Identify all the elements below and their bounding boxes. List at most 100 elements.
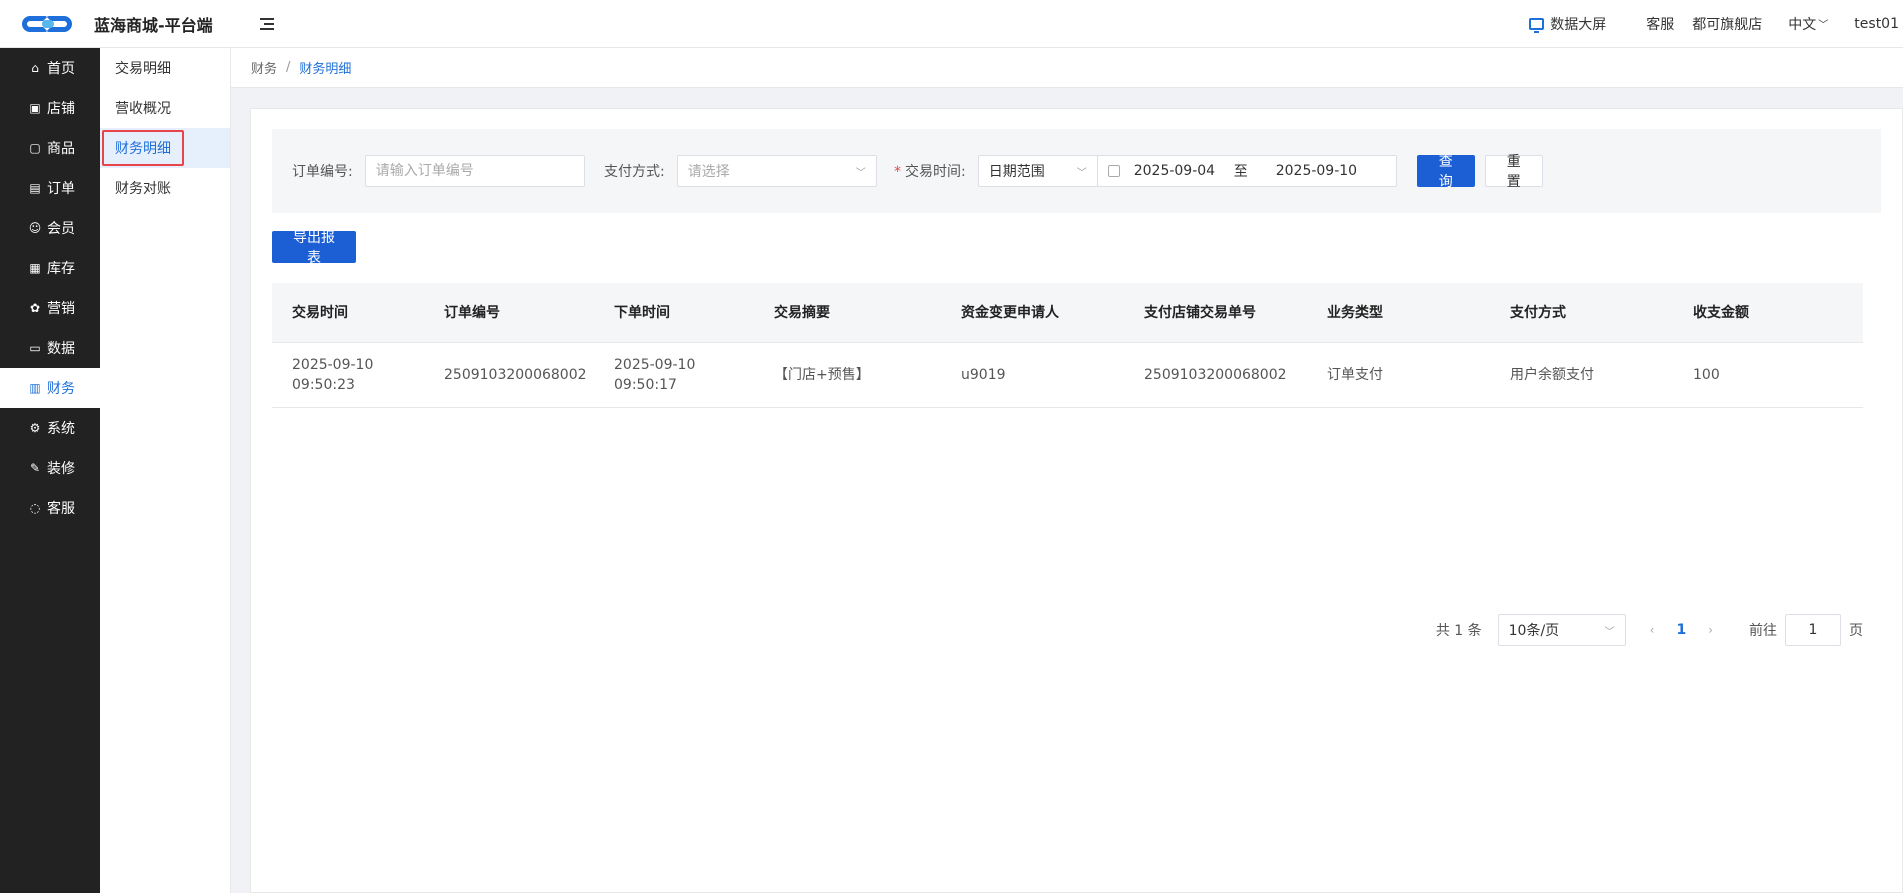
goto-label: 前往 xyxy=(1749,623,1777,639)
biz-type-cell: 订单支付 xyxy=(1327,367,1383,383)
chevron-down-icon: ﹀ xyxy=(855,167,866,179)
date-type-select[interactable]: 日期范围 ﹀ xyxy=(977,155,1098,187)
finance-icon: ▥ xyxy=(29,381,41,395)
breadcrumb-current: 财务明细 xyxy=(299,62,352,77)
sidebar-item-goods[interactable]: ▢ 商品 xyxy=(0,128,100,168)
goto-page-input[interactable] xyxy=(1796,622,1830,638)
end-date-input[interactable]: 2025-09-10 xyxy=(1276,163,1357,179)
data-icon: ▭ xyxy=(29,341,41,355)
sidebar-item-label: 营销 xyxy=(47,301,75,317)
page-suffix: 页 xyxy=(1849,623,1863,639)
start-date-input[interactable]: 2025-09-04 xyxy=(1134,163,1234,179)
subnav-item-finance-detail[interactable]: 财务明细 xyxy=(100,128,230,168)
sidebar-item-order[interactable]: ▤ 订单 xyxy=(0,168,100,208)
gear-icon: ⚙ xyxy=(29,421,41,435)
stock-icon: ▦ xyxy=(29,261,41,275)
page-number[interactable]: 1 xyxy=(1676,622,1686,638)
column-header: 交易时间 xyxy=(292,304,348,321)
next-page-icon[interactable]: › xyxy=(1708,623,1713,637)
sidebar-item-finance[interactable]: ▥ 财务 xyxy=(0,368,100,408)
column-header: 下单时间 xyxy=(614,304,670,321)
language-dropdown[interactable]: 中文 ﹀ xyxy=(1788,14,1828,34)
shop-icon: ▣ xyxy=(29,101,41,115)
column-header: 支付方式 xyxy=(1510,304,1566,321)
subnav-item-revenue[interactable]: 营收概况 xyxy=(100,88,230,128)
sidebar-item-shop[interactable]: ▣ 店铺 xyxy=(0,88,100,128)
subnav-item-label: 营收概况 xyxy=(115,101,171,117)
sidebar-item-label: 店铺 xyxy=(47,101,75,117)
pay-method-filter: 支付方式: 请选择 ﹀ xyxy=(604,155,877,187)
gift-icon: ✿ xyxy=(29,301,41,315)
trade-time-label: * 交易时间: xyxy=(894,161,966,181)
sidebar-item-label: 财务 xyxy=(47,381,75,397)
header-actions: 数据大屏 客服 都可旗舰店 中文 ﹀ test01 xyxy=(1505,0,1903,47)
sidebar-item-decor[interactable]: ✎ 装修 xyxy=(0,448,100,488)
trade-clock: 09:50:23 xyxy=(292,377,355,393)
date-range-separator: 至 xyxy=(1233,164,1248,180)
summary-cell: 【门店+预售】 xyxy=(774,367,870,383)
breadcrumb-parent[interactable]: 财务 xyxy=(251,58,277,77)
top-header: 蓝海商城-平台端 数据大屏 客服 都可旗舰店 中文 ﹀ test01 xyxy=(0,0,1903,48)
finance-table: 交易时间 订单编号 下单时间 交易摘要 资金变更申请人 支付店铺交易单号 业务类… xyxy=(272,283,1863,646)
order-icon: ▤ xyxy=(29,181,41,195)
subnav-item-label: 财务明细 xyxy=(102,130,184,166)
trade-time-cell: 2025-09-10 09:50:23 xyxy=(272,355,424,395)
finance-subnav: 交易明细 营收概况 财务明细 财务对账 xyxy=(100,48,231,893)
table-row[interactable]: 2025-09-10 09:50:23 2509103200068002 202… xyxy=(272,343,1863,408)
column-header: 业务类型 xyxy=(1327,304,1383,321)
sidebar-item-label: 首页 xyxy=(47,61,75,77)
customer-service-link[interactable]: 客服 xyxy=(1646,14,1674,34)
order-no-input[interactable] xyxy=(375,163,574,179)
column-header: 收支金额 xyxy=(1693,304,1749,321)
subnav-item-label: 交易明细 xyxy=(115,61,171,77)
collapse-menu-icon[interactable] xyxy=(258,13,280,35)
logo-icon xyxy=(22,12,78,36)
pay-method-cell: 用户余额支付 xyxy=(1510,367,1594,383)
page-size-select[interactable]: 10条/页 ﹀ xyxy=(1497,614,1626,646)
column-header: 订单编号 xyxy=(444,304,500,321)
order-no-label: 订单编号: xyxy=(292,164,353,180)
column-header: 资金变更申请人 xyxy=(961,304,1059,321)
data-screen-label: 数据大屏 xyxy=(1550,16,1607,33)
sidebar-item-member[interactable]: ☺ 会员 xyxy=(0,208,100,248)
sidebar-item-marketing[interactable]: ✿ 营销 xyxy=(0,288,100,328)
main-sidebar: ⌂ 首页 ▣ 店铺 ▢ 商品 ▤ 订单 ☺ 会员 ▦ 库存 ✿ 营销 ▭ 数据 ▥ 财务 ⚙ 系统 … xyxy=(0,48,100,893)
applicant-cell: u9019 xyxy=(961,367,1006,383)
subnav-item-reconcile[interactable]: 财务对账 xyxy=(100,168,230,208)
breadcrumb: 财务 / 财务明细 xyxy=(231,48,1903,88)
trade-time-filter: * 交易时间: 日期范围 ﹀ 2025-09-04 至 2025-09-10 查询… xyxy=(894,154,1543,190)
sidebar-item-label: 客服 xyxy=(47,501,75,517)
language-label: 中文 xyxy=(1788,16,1817,33)
store-switch[interactable]: 都可旗舰店 xyxy=(1692,14,1762,34)
trade-time-label-text: 交易时间: xyxy=(905,164,966,180)
data-screen-link[interactable]: 数据大屏 xyxy=(1529,14,1606,34)
member-icon: ☺ xyxy=(28,221,42,235)
sidebar-item-home[interactable]: ⌂ 首页 xyxy=(0,48,100,88)
pay-method-select[interactable]: 请选择 ﹀ xyxy=(676,155,877,187)
home-icon: ⌂ xyxy=(31,61,39,75)
filter-panel: 订单编号: 支付方式: 请选择 ﹀ *交易时间: 日期范围 ﹀ 2025-09-… xyxy=(272,129,1881,213)
sidebar-item-label: 订单 xyxy=(47,181,75,197)
decor-icon: ✎ xyxy=(29,461,41,475)
prev-page-icon[interactable]: ‹ xyxy=(1650,623,1655,637)
sidebar-item-service[interactable]: ◌ 客服 xyxy=(0,488,100,528)
reset-button[interactable]: 重置 xyxy=(1484,154,1543,190)
pagination: 共 1 条 10条/页 ﹀ ‹ 1 › 前往 页 xyxy=(1436,614,1863,646)
sidebar-item-label: 系统 xyxy=(47,421,75,437)
date-type-value: 日期范围 xyxy=(988,164,1045,180)
subnav-item-transactions[interactable]: 交易明细 xyxy=(100,48,230,88)
pay-method-label: 支付方式: xyxy=(604,164,665,180)
export-report-button[interactable]: 导出报表 xyxy=(272,230,356,266)
logo[interactable]: 蓝海商城-平台端 xyxy=(0,12,238,36)
user-menu[interactable]: test01 xyxy=(1854,16,1899,32)
chat-icon: ◌ xyxy=(29,501,41,515)
sidebar-item-system[interactable]: ⚙ 系统 xyxy=(0,408,100,448)
search-button[interactable]: 查询 xyxy=(1416,154,1475,190)
chevron-down-icon: ﹀ xyxy=(1818,20,1829,31)
column-header: 交易摘要 xyxy=(774,304,830,321)
page-size-value: 10条/页 xyxy=(1508,623,1560,639)
sidebar-item-data[interactable]: ▭ 数据 xyxy=(0,328,100,368)
sidebar-item-stock[interactable]: ▦ 库存 xyxy=(0,248,100,288)
date-range-picker[interactable]: 2025-09-04 至 2025-09-10 xyxy=(1096,155,1397,187)
goto-page-field xyxy=(1785,614,1841,646)
